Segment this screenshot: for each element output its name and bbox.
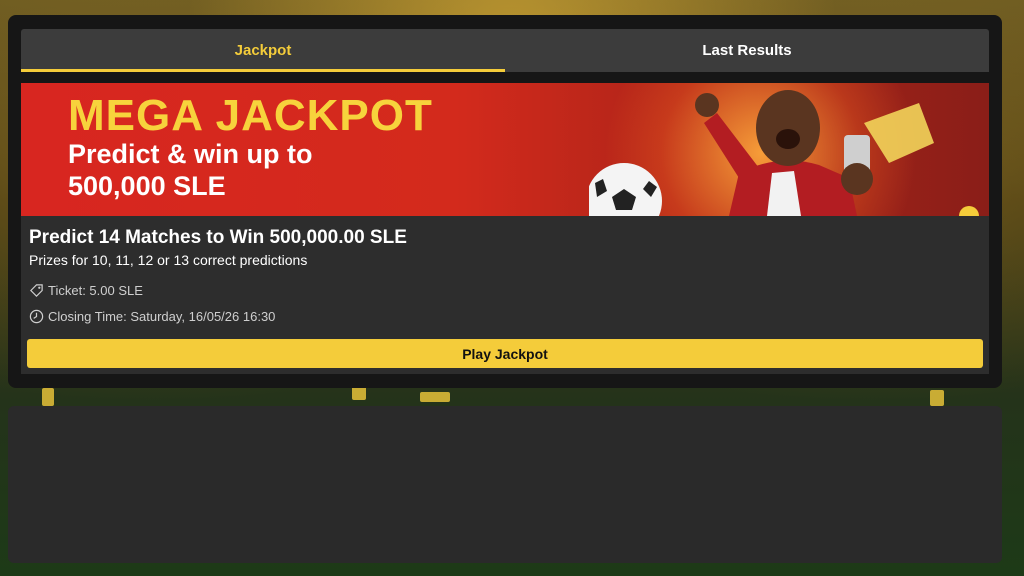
closing-time: Closing Time: Saturday, 16/05/26 16:30: [48, 309, 276, 324]
tab-jackpot[interactable]: Jackpot: [21, 29, 505, 72]
ticket-info: Ticket: 5.00 SLE: [29, 283, 143, 298]
jackpot-prizes-text: Prizes for 10, 11, 12 or 13 correct pred…: [29, 252, 308, 268]
tab-last-results[interactable]: Last Results: [505, 29, 989, 72]
confetti-piece: [420, 392, 450, 402]
lower-content-panel: [8, 406, 1002, 563]
closing-time-info: Closing Time: Saturday, 16/05/26 16:30: [29, 309, 275, 324]
banner-subtitle-line2: 500,000 SLE: [68, 171, 226, 201]
confetti-piece: [42, 388, 54, 406]
banner-title: MEGA JACKPOT: [68, 91, 433, 140]
play-jackpot-button[interactable]: Play Jackpot: [27, 339, 983, 368]
banner-subtitle-line1: Predict & win up to: [68, 139, 313, 169]
jackpot-tabs: Jackpot Last Results: [21, 29, 989, 72]
mega-jackpot-banner: MEGA JACKPOT Predict & win up to 500,000…: [21, 83, 989, 216]
confetti-piece: [352, 386, 366, 400]
jackpot-details: Predict 14 Matches to Win 500,000.00 SLE…: [21, 216, 989, 374]
ticket-price: Ticket: 5.00 SLE: [48, 283, 143, 298]
clock-icon: [29, 309, 44, 324]
celebrating-fan-illustration: [589, 90, 979, 216]
confetti-piece: [930, 390, 944, 406]
banner-subtitle: Predict & win up to 500,000 SLE: [68, 138, 313, 202]
jackpot-heading: Predict 14 Matches to Win 500,000.00 SLE: [29, 227, 407, 248]
tag-icon: [30, 284, 43, 297]
